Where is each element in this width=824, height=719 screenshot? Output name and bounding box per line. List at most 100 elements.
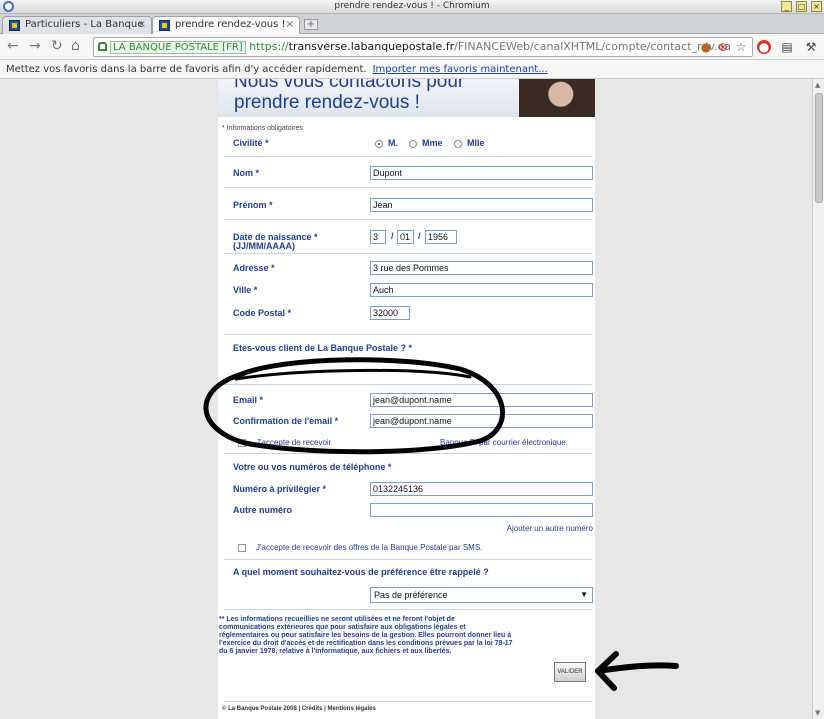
scroll-down-icon[interactable]: ▼ bbox=[815, 709, 820, 717]
blocked-content-icon[interactable]: ⊗ bbox=[716, 40, 730, 54]
separator bbox=[224, 609, 592, 610]
tab-particuliers[interactable]: Particuliers - La Banque × bbox=[2, 16, 152, 34]
radio-mme-label: Mme bbox=[422, 138, 443, 148]
page-viewport: Nous vous contactons pour prendre rendez… bbox=[0, 79, 812, 719]
browser-toolbar: ← → ↻ ⌂ LA BANQUE POSTALE [FR] https://t… bbox=[0, 34, 824, 60]
radio-mlle-label: Mlle bbox=[467, 138, 485, 148]
email-optin-fragment: Banque P bbox=[440, 438, 476, 447]
scroll-up-icon[interactable]: ▲ bbox=[815, 81, 820, 89]
callback-time-value: Pas de préférence bbox=[374, 590, 448, 600]
dropdown-arrow-icon: ▼ bbox=[580, 590, 588, 599]
prenom-label: Prénom * bbox=[233, 200, 273, 210]
tab-strip: Particuliers - La Banque × prendre rende… bbox=[0, 14, 824, 34]
radio-m-label: M. bbox=[388, 138, 398, 148]
ville-label: Ville * bbox=[233, 285, 258, 295]
sms-optin-checkbox[interactable] bbox=[238, 544, 246, 552]
forward-icon[interactable]: → bbox=[29, 38, 41, 54]
phone-main-label: Numéro à privilégier * bbox=[233, 484, 327, 494]
home-icon[interactable]: ⌂ bbox=[71, 38, 80, 54]
nom-input[interactable]: Dupont bbox=[370, 166, 593, 180]
dob-separator: / bbox=[391, 231, 394, 241]
bookmark-star-icon[interactable]: ☆ bbox=[734, 40, 748, 54]
phone-section-title: Votre ou vos numéros de téléphone * bbox=[233, 462, 392, 472]
minimize-button[interactable]: _ bbox=[781, 1, 792, 12]
add-number-link[interactable]: Ajouter un autre numéro bbox=[507, 524, 593, 533]
window-title: prendre rendez-vous ! - Chromium bbox=[334, 1, 490, 11]
phone-other-input[interactable] bbox=[370, 503, 593, 517]
radio-m[interactable] bbox=[375, 140, 383, 148]
url-path: /FINANCEWeb/canalXHTML/compte/contact_rd… bbox=[454, 40, 732, 53]
radio-mlle[interactable] bbox=[454, 140, 462, 148]
code-postal-input[interactable]: 32000 bbox=[370, 306, 410, 320]
separator bbox=[224, 384, 592, 385]
reload-icon[interactable]: ↻ bbox=[51, 38, 63, 54]
email-confirm-label: Confirmation de l'email * bbox=[233, 416, 339, 426]
sms-optin-label: J'accepte de recevoir des offres de la B… bbox=[256, 543, 483, 552]
dob-separator: / bbox=[418, 231, 421, 241]
tab-label: Particuliers - La Banque bbox=[25, 19, 144, 30]
phone-other-label: Autre numéro bbox=[233, 505, 293, 515]
civilite-label: Civilité * bbox=[233, 138, 269, 148]
separator bbox=[224, 156, 592, 157]
page-heading: Nous vous contactons pour prendre rendez… bbox=[234, 79, 465, 113]
ev-certificate-label: LA BANQUE POSTALE [FR] bbox=[110, 41, 246, 54]
maximize-button[interactable]: □ bbox=[796, 1, 807, 12]
title-bar: prendre rendez-vous ! - Chromium _ □ × bbox=[0, 0, 824, 14]
separator bbox=[224, 219, 592, 220]
separator bbox=[224, 334, 592, 335]
email-input[interactable]: jean@dupont.name bbox=[370, 393, 593, 407]
separator bbox=[224, 187, 592, 188]
nom-label: Nom * bbox=[233, 168, 260, 178]
email-optin-label: par courrier électronique. bbox=[479, 438, 568, 447]
adblock-icon[interactable]: ● bbox=[757, 40, 771, 54]
legal-notice: ** Les informations recueillies ne seron… bbox=[219, 616, 513, 655]
url-protocol: https:// bbox=[249, 40, 289, 53]
email-optin-fragment: J'accepte de recevoir bbox=[256, 438, 332, 447]
page-banner: Nous vous contactons pour prendre rendez… bbox=[218, 79, 595, 117]
scrollbar-thumb[interactable] bbox=[815, 93, 823, 203]
address-bar[interactable]: LA BANQUE POSTALE [FR] https://transvers… bbox=[93, 37, 753, 57]
adresse-label: Adresse * bbox=[233, 263, 275, 273]
close-window-button[interactable]: × bbox=[811, 1, 822, 12]
page-menu-icon[interactable]: ▤ bbox=[780, 40, 794, 54]
valider-button[interactable]: VALIDER bbox=[554, 662, 586, 682]
adresse-input[interactable]: 3 rue des Pommes bbox=[370, 261, 593, 275]
code-postal-label: Code Postal * bbox=[233, 308, 292, 318]
dob-format-hint: (JJ/MM/AAAA) bbox=[233, 241, 295, 251]
vertical-scrollbar[interactable]: ▲ ▼ bbox=[812, 79, 824, 719]
email-optin-checkbox[interactable] bbox=[238, 439, 246, 447]
cookie-icon[interactable]: ● bbox=[699, 40, 713, 54]
import-bookmarks-link[interactable]: Importer mes favoris maintenant... bbox=[373, 64, 548, 75]
new-tab-button[interactable]: + bbox=[304, 19, 318, 30]
close-tab-icon[interactable]: × bbox=[138, 17, 146, 33]
dob-month-input[interactable]: 01 bbox=[397, 230, 414, 244]
ville-input[interactable]: Auch bbox=[370, 283, 593, 297]
wrench-icon[interactable]: ⚒ bbox=[804, 40, 818, 54]
dob-year-input[interactable]: 1956 bbox=[425, 230, 457, 244]
email-label: Email * bbox=[233, 395, 264, 405]
callback-question: A quel moment souhaitez-vous de préféren… bbox=[233, 567, 489, 577]
page-footer: © La Banque Postale 2008 | Crédits | Men… bbox=[222, 706, 376, 712]
separator bbox=[224, 701, 592, 702]
dob-day-input[interactable]: 3 bbox=[370, 230, 386, 244]
tab-label: prendre rendez-vous ! bbox=[175, 19, 286, 30]
prenom-input[interactable]: Jean bbox=[370, 198, 593, 212]
ssl-lock-icon bbox=[98, 42, 107, 51]
browser-window: prendre rendez-vous ! - Chromium _ □ × P… bbox=[0, 0, 824, 719]
separator bbox=[224, 559, 592, 560]
separator bbox=[224, 253, 592, 254]
tab-prendre-rendez-vous[interactable]: prendre rendez-vous ! × bbox=[152, 16, 300, 34]
separator bbox=[224, 453, 592, 454]
bookmarks-hint: Mettez vos favoris dans la barre de favo… bbox=[6, 64, 367, 75]
callback-time-select[interactable]: Pas de préférence ▼ bbox=[370, 587, 593, 603]
back-icon[interactable]: ← bbox=[7, 38, 19, 54]
banner-photo bbox=[519, 79, 595, 117]
banque-postale-favicon bbox=[159, 20, 170, 31]
url-host: transverse.labanquepostale.fr bbox=[288, 40, 455, 53]
phone-main-input[interactable]: 0132245136 bbox=[370, 482, 593, 496]
close-tab-icon[interactable]: × bbox=[286, 17, 294, 33]
radio-mme[interactable] bbox=[409, 140, 417, 148]
client-question: Etes-vous client de La Banque Postale ? … bbox=[233, 343, 413, 353]
email-confirm-input[interactable]: jean@dupont.name bbox=[370, 414, 593, 428]
rdv-form-page: Nous vous contactons pour prendre rendez… bbox=[218, 79, 595, 719]
